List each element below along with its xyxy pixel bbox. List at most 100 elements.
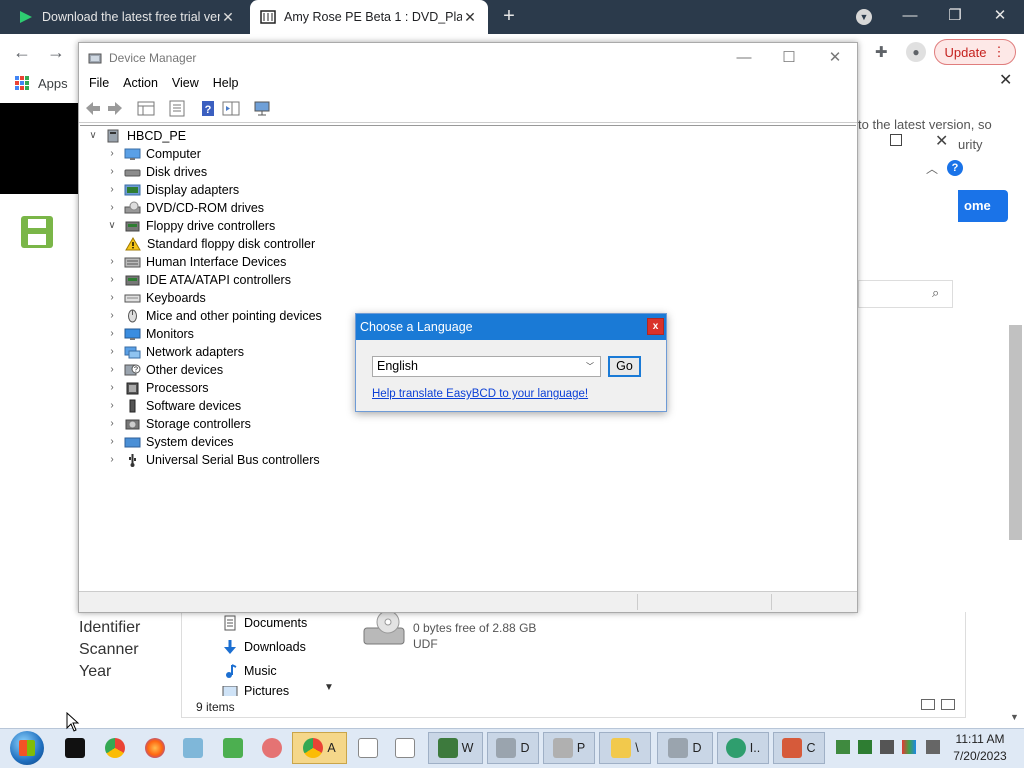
browser-tab-download[interactable]: Download the latest free trial ver ✕	[8, 0, 246, 34]
dialog-close-icon[interactable]: ✕	[935, 131, 948, 151]
nav-music[interactable]: Music	[222, 663, 277, 679]
taskbar-app-i[interactable]: I..	[717, 732, 769, 764]
show-hide-tree-icon[interactable]	[137, 100, 155, 117]
taskbar-app-c[interactable]: C	[773, 732, 825, 764]
help-translate-link[interactable]: Help translate EasyBCD to your language!	[372, 388, 588, 400]
firefox-taskbar-icon[interactable]	[140, 732, 170, 764]
taskbar-app-w[interactable]: W	[428, 732, 483, 764]
tree-category[interactable]: › Keyboards	[106, 289, 205, 307]
home-button[interactable]: ome	[958, 190, 1008, 222]
tree-category[interactable]: › Storage controllers	[106, 415, 251, 433]
expand-chevron-icon[interactable]: ›	[106, 292, 118, 304]
expand-chevron-icon[interactable]: ›	[106, 202, 118, 214]
tree-category[interactable]: › Software devices	[106, 397, 241, 415]
tree-category[interactable]: › Processors	[106, 379, 208, 397]
tree-category[interactable]: › Monitors	[106, 325, 194, 343]
expand-chevron-icon[interactable]: ›	[106, 418, 118, 430]
spreadsheet-taskbar-icon[interactable]	[218, 732, 248, 764]
extensions-puzzle-icon[interactable]: ✚	[875, 43, 893, 61]
forward-arrow-icon[interactable]: →	[46, 42, 66, 62]
go-button[interactable]: Go	[608, 356, 641, 377]
device-manager-titlebar[interactable]: Device Manager — ☐ ✕	[79, 43, 857, 73]
tree-category[interactable]: ∨ Floppy drive controllers	[106, 217, 275, 235]
expand-chevron-icon[interactable]: ›	[106, 256, 118, 268]
browser-close-button[interactable]: ✕	[990, 6, 1010, 26]
chevron-up-icon[interactable]: ︿	[926, 160, 938, 177]
tree-category[interactable]: › Mice and other pointing devices	[106, 307, 321, 325]
tab-search-icon[interactable]: ▼	[856, 9, 872, 25]
expand-chevron-icon[interactable]: ›	[106, 436, 118, 448]
chrome-taskbar-icon[interactable]	[100, 732, 130, 764]
popup-close-icon[interactable]: ✕	[999, 73, 1015, 89]
scan-hardware-icon[interactable]	[253, 100, 271, 117]
tree-device-item[interactable]: Standard floppy disk controller	[125, 235, 315, 253]
document2-taskbar-icon[interactable]	[392, 732, 418, 764]
chevron-down-icon[interactable]: ﹀	[586, 361, 596, 371]
paint-taskbar-icon[interactable]	[257, 732, 287, 764]
tree-root[interactable]: ∨ HBCD_PE	[87, 127, 186, 145]
expand-chevron-icon[interactable]: ›	[106, 364, 118, 376]
expand-chevron-icon[interactable]: ›	[106, 382, 118, 394]
expand-chevron-icon[interactable]: ›	[106, 454, 118, 466]
tab-close-icon[interactable]: ✕	[462, 9, 478, 26]
document-taskbar-icon[interactable]	[355, 732, 381, 764]
expand-chevron-icon[interactable]: ›	[106, 166, 118, 178]
taskbar-app-d2[interactable]: D	[657, 732, 713, 764]
collapse-chevron-icon[interactable]: ∨	[106, 220, 118, 232]
cmd-taskbar-icon[interactable]	[60, 732, 90, 764]
tree-category[interactable]: › Computer	[106, 145, 201, 163]
tree-category[interactable]: › Network adapters	[106, 343, 244, 361]
tree-category[interactable]: › System devices	[106, 433, 233, 451]
expand-chevron-icon[interactable]: ›	[106, 184, 118, 196]
menu-view[interactable]: View	[172, 73, 199, 95]
expand-chevron-icon[interactable]: ›	[106, 148, 118, 160]
tree-category[interactable]: › Universal Serial Bus controllers	[106, 451, 320, 469]
back-arrow-icon[interactable]: ←	[12, 42, 32, 62]
tree-category[interactable]: › Disk drives	[106, 163, 207, 181]
details-view-icon[interactable]	[921, 699, 935, 710]
tree-category[interactable]: ›? Other devices	[106, 361, 223, 379]
tab-close-icon[interactable]: ✕	[220, 9, 236, 26]
tree-category[interactable]: › Human Interface Devices	[106, 253, 286, 271]
start-button[interactable]	[10, 731, 44, 765]
taskbar-app-d[interactable]: D	[487, 732, 539, 764]
properties-icon[interactable]	[168, 100, 186, 117]
action-pane-icon[interactable]	[222, 100, 240, 117]
dialog-titlebar[interactable]: Choose a Language x	[356, 314, 666, 340]
language-select[interactable]: English ﹀	[372, 356, 601, 377]
update-button[interactable]: Update ⋮	[934, 39, 1016, 65]
search-icon[interactable]: ⌕	[932, 285, 939, 301]
tree-category[interactable]: › DVD/CD-ROM drives	[106, 199, 264, 217]
browser-tab-amy-rose[interactable]: Amy Rose PE Beta 1 : DVD_Player ✕	[250, 0, 488, 34]
browser-minimize-button[interactable]: —	[900, 6, 920, 26]
display-icon[interactable]	[902, 740, 916, 754]
nav-documents[interactable]: Documents	[222, 615, 307, 631]
tree-category[interactable]: › Display adapters	[106, 181, 239, 199]
collapse-chevron-icon[interactable]: ∨	[87, 130, 99, 142]
taskbar-app-p[interactable]: P	[543, 732, 595, 764]
network-icon[interactable]	[880, 740, 894, 754]
volume-muted-icon[interactable]	[926, 740, 940, 754]
help-icon[interactable]: ?	[947, 160, 963, 176]
expand-chevron-icon[interactable]: ›	[106, 274, 118, 286]
taskbar-app-chrome-active[interactable]: A	[292, 732, 347, 764]
expand-chevron-icon[interactable]: ›	[106, 328, 118, 340]
expand-chevron-icon[interactable]: ›	[106, 310, 118, 322]
taskbar-app-folder[interactable]: \	[599, 732, 651, 764]
large-icons-view-icon[interactable]	[941, 699, 955, 710]
nav-pictures[interactable]: Pictures	[222, 686, 289, 696]
page-scrollbar[interactable]	[1009, 325, 1022, 540]
menu-action[interactable]: Action	[123, 73, 158, 95]
notepad-taskbar-icon[interactable]	[178, 732, 208, 764]
apps-grid-icon[interactable]	[15, 76, 29, 90]
menu-file[interactable]: File	[89, 73, 109, 95]
maximize-button[interactable]: ☐	[774, 47, 804, 69]
maximize-icon[interactable]	[890, 134, 902, 146]
system-clock[interactable]: 11:11 AM 7/20/2023	[952, 731, 1008, 765]
forward-icon[interactable]	[106, 100, 124, 117]
minimize-button[interactable]: —	[729, 47, 759, 69]
menu-help[interactable]: Help	[213, 73, 239, 95]
scroll-down-chevron-icon[interactable]: ▼	[324, 682, 334, 693]
new-tab-button[interactable]: +	[498, 6, 520, 28]
scroll-down-icon[interactable]: ▼	[1010, 712, 1019, 722]
